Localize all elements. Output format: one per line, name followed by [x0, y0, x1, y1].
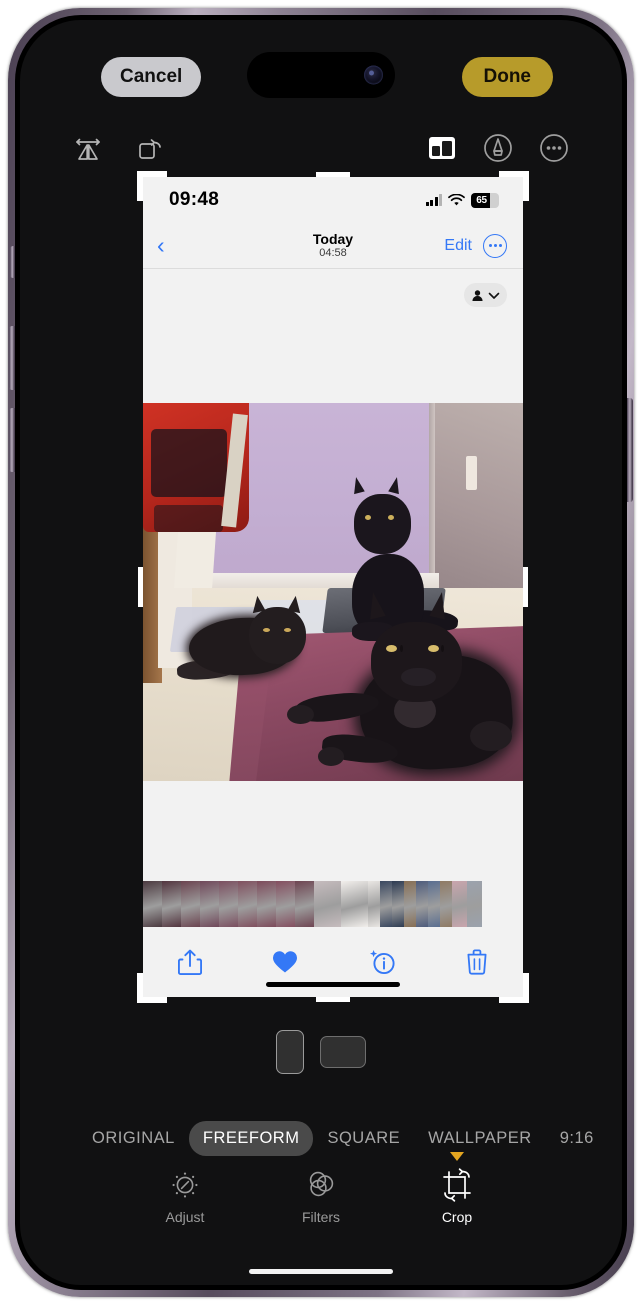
tab-crop-label: Crop: [441, 1209, 473, 1225]
flip-horizontal-icon[interactable]: [68, 128, 108, 168]
tab-adjust-label: Adjust: [165, 1209, 205, 1225]
filmstrip-thumb[interactable]: [162, 881, 181, 927]
chevron-left-icon[interactable]: ‹: [157, 234, 165, 257]
filmstrip-thumb[interactable]: [440, 881, 452, 927]
editor-tool-bar: [20, 122, 622, 178]
filmstrip-thumb[interactable]: [238, 881, 257, 927]
phone-screen: Cancel Done 09:48 65 ‹ Today 04:58 Edit …: [20, 20, 622, 1285]
orientation-portrait-button[interactable]: [276, 1030, 304, 1074]
crop-handle-bottom[interactable]: [316, 997, 350, 1002]
crop-rotate-icon: [443, 1168, 471, 1202]
crop-handle-left[interactable]: [138, 567, 143, 607]
chevron-down-icon: [488, 292, 500, 299]
filmstrip-thumb[interactable]: [416, 881, 428, 927]
photo-home-indicator: [266, 982, 400, 987]
heart-filled-icon[interactable]: [272, 950, 298, 974]
trash-icon[interactable]: [466, 949, 488, 975]
aspect-ratio-row[interactable]: ORIGINAL FREEFORM SQUARE WALLPAPER 9:16: [20, 1115, 622, 1161]
aspect-chip-wallpaper[interactable]: WALLPAPER: [414, 1121, 546, 1156]
status-clock: 09:48: [169, 189, 220, 210]
filmstrip-thumb[interactable]: [392, 881, 404, 927]
filmstrip-thumb[interactable]: [181, 881, 200, 927]
tab-crop[interactable]: Crop: [413, 1152, 501, 1225]
filmstrip-thumb[interactable]: [276, 881, 295, 927]
aspect-chip-freeform[interactable]: FREEFORM: [188, 1120, 314, 1156]
status-indicators: 65: [425, 192, 499, 208]
more-ellipsis-circle-icon[interactable]: [483, 233, 507, 258]
person-icon: [472, 289, 483, 301]
battery-icon: 65: [471, 192, 499, 208]
photo-nav-bar: ‹ Today 04:58 Edit: [143, 223, 523, 269]
editor-tool-tabs: Adjust Filters Crop: [20, 1152, 622, 1225]
filters-circles-icon: [309, 1171, 334, 1197]
orientation-landscape-button[interactable]: [320, 1036, 366, 1068]
filmstrip-thumb[interactable]: [404, 881, 416, 927]
photo-content-three-cats: [143, 403, 523, 781]
crop-canvas[interactable]: 09:48 65 ‹ Today 04:58 Edit: [137, 171, 529, 1003]
volume-up-button[interactable]: [9, 326, 15, 390]
editor-top-bar: Cancel Done: [20, 50, 622, 102]
photo-nav-actions: Edit: [444, 233, 507, 258]
photo-edit-button[interactable]: Edit: [444, 237, 472, 255]
aspect-chip-9-16[interactable]: 9:16: [546, 1121, 608, 1156]
filmstrip-thumb[interactable]: [341, 881, 368, 927]
photo-title-group: Today 04:58: [313, 231, 353, 260]
aspect-chip-square[interactable]: SQUARE: [313, 1121, 414, 1156]
tab-filters[interactable]: Filters: [277, 1168, 365, 1225]
orientation-toggles: [20, 1030, 622, 1074]
filmstrip-thumb[interactable]: [368, 881, 380, 927]
mute-switch[interactable]: [10, 246, 15, 278]
people-badge[interactable]: [464, 283, 507, 307]
cellular-signal-icon: [425, 194, 442, 206]
tab-adjust[interactable]: Adjust: [141, 1168, 229, 1225]
photo-date-title: Today: [312, 230, 354, 247]
tab-filters-label: Filters: [301, 1209, 341, 1225]
adjust-dial-icon: [172, 1172, 198, 1198]
power-button[interactable]: [627, 398, 633, 502]
more-ellipsis-icon[interactable]: [534, 128, 574, 168]
device-home-indicator: [249, 1269, 393, 1274]
wifi-icon: [448, 193, 465, 205]
share-up-arrow-icon[interactable]: [178, 949, 203, 976]
done-button[interactable]: Done: [461, 57, 553, 97]
filmstrip-thumb[interactable]: [295, 881, 314, 927]
filmstrip-thumb[interactable]: [200, 881, 219, 927]
filmstrip-thumb[interactable]: [219, 881, 238, 927]
photo-filmstrip[interactable]: [143, 881, 523, 927]
active-tab-marker-icon: [450, 1152, 464, 1161]
filmstrip-thumb[interactable]: [467, 881, 482, 927]
info-sparkle-icon[interactable]: [369, 949, 396, 975]
filmstrip-thumb[interactable]: [380, 881, 392, 927]
photo-status-bar: 09:48 65: [143, 177, 523, 223]
photo-time-subtitle: 04:58: [319, 246, 347, 259]
markup-pen-icon[interactable]: [478, 128, 518, 168]
filmstrip-thumb[interactable]: [452, 881, 467, 927]
phone-frame: Cancel Done 09:48 65 ‹ Today 04:58 Edit …: [8, 8, 634, 1297]
aspect-chip-original[interactable]: ORIGINAL: [78, 1121, 189, 1156]
cancel-button[interactable]: Cancel: [101, 57, 202, 97]
filmstrip-thumb[interactable]: [314, 881, 341, 927]
filmstrip-thumb[interactable]: [143, 881, 162, 927]
filmstrip-thumb[interactable]: [428, 881, 440, 927]
phone-bezel: Cancel Done 09:48 65 ‹ Today 04:58 Edit …: [15, 15, 627, 1290]
crop-handle-right[interactable]: [523, 567, 528, 607]
aspect-ratio-icon[interactable]: [422, 128, 462, 168]
filmstrip-thumb[interactable]: [257, 881, 276, 927]
rotate-left-icon[interactable]: [130, 128, 170, 168]
volume-down-button[interactable]: [9, 408, 15, 472]
photo-viewport: 09:48 65 ‹ Today 04:58 Edit: [143, 177, 523, 997]
